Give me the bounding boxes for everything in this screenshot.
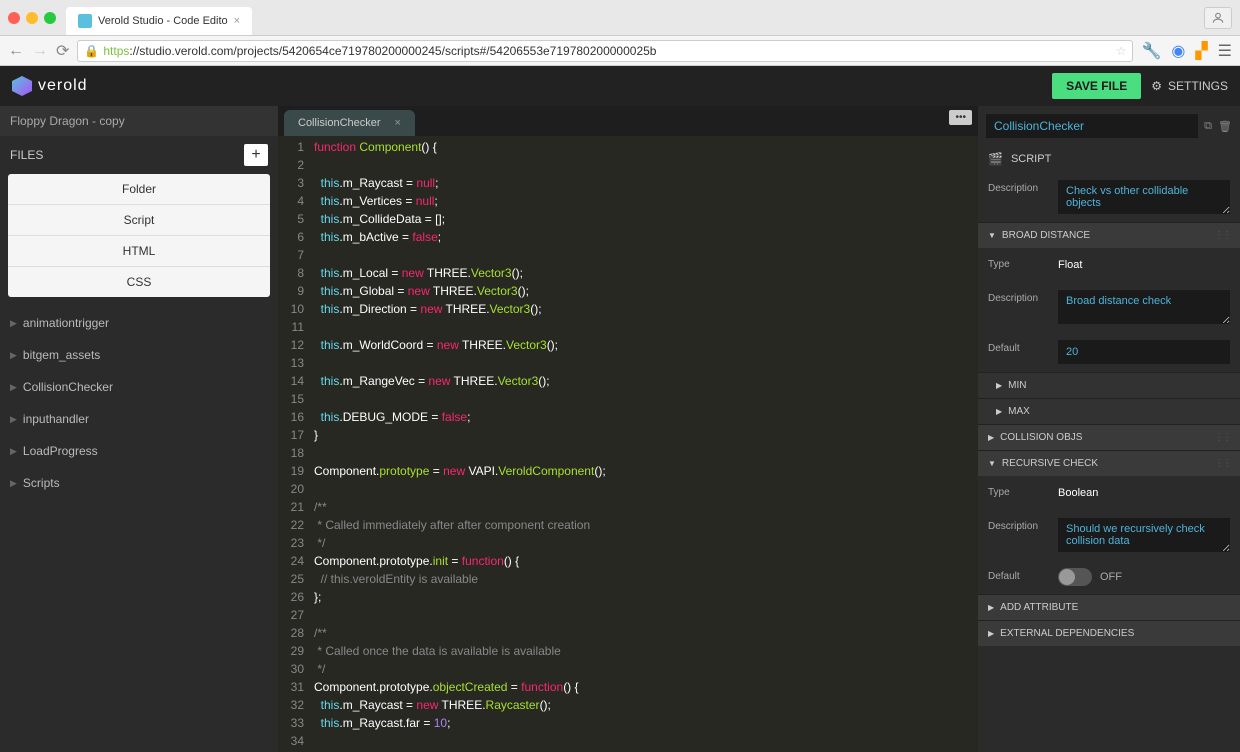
chevron-right-icon: ▶ — [996, 407, 1002, 416]
window-minimize-icon[interactable] — [26, 12, 38, 24]
tab-close-icon[interactable]: × — [234, 15, 240, 27]
drag-handle-icon[interactable]: ⋮⋮ — [1214, 458, 1230, 469]
recursive-desc-input[interactable] — [1058, 518, 1230, 552]
add-file-button[interactable]: + — [244, 144, 268, 166]
tab-close-icon[interactable]: × — [395, 117, 401, 129]
editor-tabs: CollisionChecker × ••• — [278, 106, 978, 136]
browser-titlebar: Verold Studio - Code Edito × — [0, 0, 1240, 36]
editor-tab[interactable]: CollisionChecker × — [284, 110, 415, 136]
window-close-icon[interactable] — [8, 12, 20, 24]
chevron-down-icon: ▼ — [988, 459, 996, 468]
section-collision-objs[interactable]: ▶COLLISION OBJS⋮⋮ — [978, 424, 1240, 450]
file-type-script[interactable]: Script — [8, 205, 270, 236]
tree-item[interactable]: ▶animationtrigger — [0, 307, 278, 339]
browser-navbar: ← → ⟳ 🔒 https ://studio.verold.com/proje… — [0, 36, 1240, 66]
script-icon: 🎬 — [988, 152, 1003, 166]
description-label: Description — [988, 518, 1050, 532]
toggle-label: OFF — [1100, 571, 1122, 583]
save-button[interactable]: SAVE FILE — [1052, 73, 1141, 99]
logo-text: verold — [38, 77, 88, 95]
url-path: ://studio.verold.com/projects/5420654ce7… — [129, 44, 656, 58]
code-editor: CollisionChecker × ••• 1function Compone… — [278, 106, 978, 752]
tab-label: CollisionChecker — [298, 117, 381, 129]
drag-handle-icon[interactable]: ⋮⋮ — [1214, 230, 1230, 241]
chevron-right-icon: ▶ — [988, 603, 994, 612]
window-maximize-icon[interactable] — [44, 12, 56, 24]
forward-button[interactable]: → — [32, 42, 48, 60]
files-heading: FILES — [10, 148, 43, 162]
description-label: Description — [988, 180, 1050, 194]
back-button[interactable]: ← — [8, 42, 24, 60]
chevron-right-icon: ▶ — [10, 446, 17, 457]
tree-item[interactable]: ▶Scripts — [0, 467, 278, 499]
script-name-input[interactable] — [986, 114, 1198, 138]
code-area[interactable]: 1function Component() {23 this.m_Raycast… — [278, 136, 978, 752]
extension-icon[interactable]: ◉ — [1171, 41, 1185, 61]
section-broad-distance[interactable]: ▼BROAD DISTANCE⋮⋮ — [978, 222, 1240, 248]
extension-icon[interactable]: ▞ — [1195, 41, 1207, 61]
settings-label: SETTINGS — [1168, 79, 1228, 93]
tree-item[interactable]: ▶CollisionChecker — [0, 371, 278, 403]
broad-desc-input[interactable] — [1058, 290, 1230, 324]
section-add-attribute[interactable]: ▶ADD ATTRIBUTE — [978, 594, 1240, 620]
type-value: Boolean — [1058, 484, 1230, 502]
duplicate-icon[interactable]: ⧉ — [1204, 120, 1212, 133]
chevron-right-icon: ▶ — [10, 382, 17, 393]
drag-handle-icon[interactable]: ⋮⋮ — [1214, 432, 1230, 443]
file-type-menu: Folder Script HTML CSS — [8, 174, 270, 297]
app-header: verold SAVE FILE ⚙ SETTINGS — [0, 66, 1240, 106]
menu-icon[interactable]: ☰ — [1218, 41, 1232, 61]
description-label: Description — [988, 290, 1050, 304]
description-input[interactable] — [1058, 180, 1230, 214]
tree-item[interactable]: ▶bitgem_assets — [0, 339, 278, 371]
recursive-default-toggle[interactable]: OFF — [1058, 568, 1122, 586]
inspector-panel: ⧉ 🗑 🎬 SCRIPT Description ▼BROAD DISTANCE… — [978, 106, 1240, 752]
logo[interactable]: verold — [12, 76, 88, 96]
section-max[interactable]: ▶MAX — [978, 398, 1240, 424]
chevron-right-icon: ▶ — [10, 350, 17, 361]
lock-icon: 🔒 — [84, 44, 99, 58]
url-protocol: https — [103, 44, 129, 58]
bookmark-icon[interactable]: ☆ — [1116, 44, 1127, 58]
browser-user-icon[interactable] — [1204, 7, 1232, 29]
url-bar[interactable]: 🔒 https ://studio.verold.com/projects/54… — [77, 40, 1133, 62]
type-label: Type — [988, 256, 1050, 270]
tree-item[interactable]: ▶LoadProgress — [0, 435, 278, 467]
chevron-right-icon: ▶ — [988, 433, 994, 442]
tabs-overflow-button[interactable]: ••• — [949, 110, 972, 125]
gear-icon: ⚙ — [1151, 79, 1162, 93]
file-type-css[interactable]: CSS — [8, 267, 270, 297]
section-external-deps[interactable]: ▶EXTERNAL DEPENDENCIES — [978, 620, 1240, 646]
browser-tab[interactable]: Verold Studio - Code Edito × — [66, 7, 252, 35]
chevron-right-icon: ▶ — [988, 629, 994, 638]
chevron-right-icon: ▶ — [996, 381, 1002, 390]
tree-item[interactable]: ▶inputhandler — [0, 403, 278, 435]
reload-button[interactable]: ⟳ — [56, 41, 69, 61]
broad-default-input[interactable] — [1058, 340, 1230, 364]
asset-type-label: SCRIPT — [1011, 153, 1051, 165]
tab-title: Verold Studio - Code Edito — [98, 15, 228, 27]
type-value: Float — [1058, 256, 1230, 274]
section-recursive[interactable]: ▼RECURSIVE CHECK⋮⋮ — [978, 450, 1240, 476]
favicon-icon — [78, 14, 92, 28]
default-label: Default — [988, 568, 1050, 582]
chevron-right-icon: ▶ — [10, 478, 17, 489]
extension-icon[interactable]: 🔧 — [1141, 41, 1161, 61]
trash-icon[interactable]: 🗑 — [1218, 120, 1232, 133]
breadcrumb[interactable]: Floppy Dragon - copy — [0, 106, 278, 136]
chevron-right-icon: ▶ — [10, 414, 17, 425]
chevron-down-icon: ▼ — [988, 231, 996, 240]
type-label: Type — [988, 484, 1050, 498]
default-label: Default — [988, 340, 1050, 354]
chevron-right-icon: ▶ — [10, 318, 17, 329]
sidebar: Floppy Dragon - copy FILES + Folder Scri… — [0, 106, 278, 752]
file-type-folder[interactable]: Folder — [8, 174, 270, 205]
logo-icon — [12, 76, 32, 96]
file-type-html[interactable]: HTML — [8, 236, 270, 267]
settings-button[interactable]: ⚙ SETTINGS — [1151, 79, 1228, 93]
file-tree: ▶animationtrigger ▶bitgem_assets ▶Collis… — [0, 307, 278, 752]
section-min[interactable]: ▶MIN — [978, 372, 1240, 398]
